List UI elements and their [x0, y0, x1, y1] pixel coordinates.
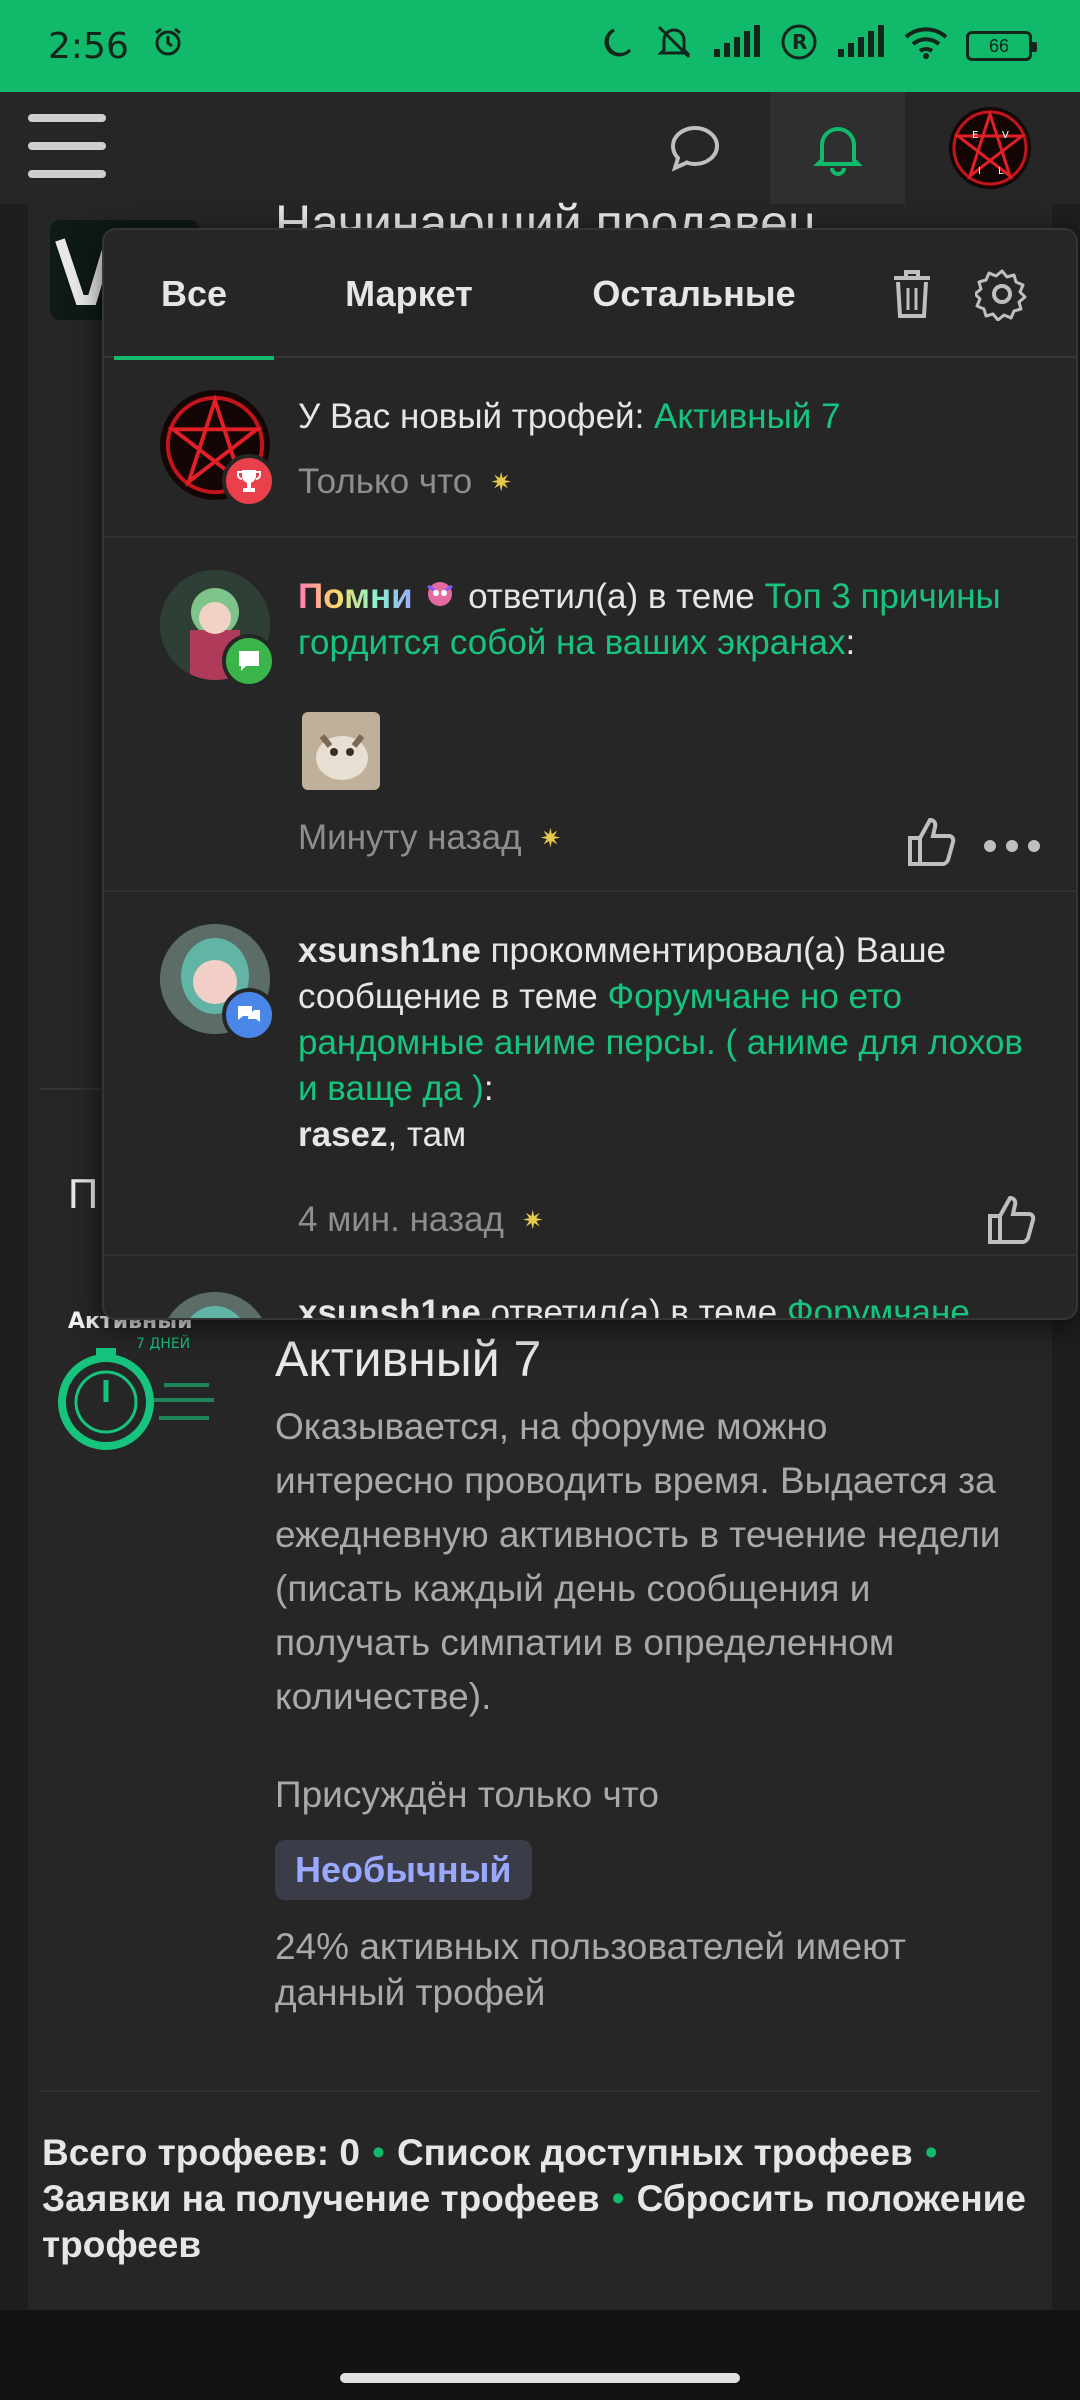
more-options-icon[interactable] — [984, 836, 1044, 856]
nav-bar — [0, 2310, 1080, 2400]
attachment-thumbnail[interactable] — [302, 712, 380, 790]
footer-divider — [40, 2090, 1040, 2092]
tab-other[interactable]: Остальные — [554, 230, 834, 358]
signal-icon — [712, 24, 762, 68]
available-trophies-link[interactable]: Список доступных трофеев — [397, 2132, 913, 2173]
user-badge-icon — [422, 577, 468, 616]
svg-text:I: I — [978, 166, 981, 177]
trash-icon[interactable] — [884, 266, 940, 322]
trophy-link[interactable]: Активный 7 — [654, 397, 840, 436]
menu-icon[interactable] — [28, 114, 106, 180]
home-indicator[interactable] — [340, 2373, 740, 2383]
signal-icon-2 — [836, 24, 886, 68]
like-icon[interactable] — [984, 1190, 1042, 1248]
conversations-icon[interactable] — [640, 92, 750, 204]
notification-time: Минуту назад ✷ — [298, 818, 562, 857]
active7-badge: Активный 7 ДНЕЙ — [44, 1290, 244, 1490]
svg-text:R: R — [792, 30, 807, 54]
notification-tabs: Все Маркет Остальные — [104, 230, 1076, 360]
notification-time: 4 мин. назад ✷ — [298, 1200, 544, 1239]
notification-item[interactable]: У Вас новый трофей: Активный 7 Только чт… — [104, 360, 1076, 538]
total-trophies: Всего трофеев: 0 — [42, 2132, 360, 2173]
battery-icon: 66 — [966, 31, 1037, 61]
status-bar: 2:56 R 66 — [0, 0, 1080, 92]
roaming-icon: R — [780, 23, 818, 70]
mute-icon — [654, 22, 694, 71]
svg-text:V: V — [1002, 130, 1009, 141]
quote-text: , там — [387, 1115, 467, 1154]
svg-text:L: L — [998, 166, 1004, 177]
status-time: 2:56 — [48, 25, 129, 67]
awarded-text: Присуждён только что — [275, 1774, 659, 1815]
app-header: E V I L — [0, 92, 1080, 204]
alarm-icon — [151, 25, 185, 68]
notification-item[interactable]: Помни ответил(а) в теме Топ 3 причины го… — [104, 540, 1076, 892]
percent-owners: 24% активных пользователей имеют данный … — [275, 1926, 906, 2013]
tab-market[interactable]: Маркет — [319, 230, 499, 358]
svg-text:E: E — [972, 130, 978, 141]
notifications-bell-icon[interactable] — [770, 92, 905, 204]
reply-icon — [222, 634, 276, 688]
username[interactable]: xsunsh1ne — [298, 1293, 481, 1318]
new-sparkle-icon: ✷ — [521, 1204, 544, 1235]
trophy-requests-link[interactable]: Заявки на получение трофеев — [42, 2178, 600, 2219]
notification-item[interactable]: xsunsh1ne прокомментировал(а) Ваше сообщ… — [104, 894, 1076, 1256]
comment-icon — [222, 988, 276, 1042]
footer-links: Всего трофеев: 0 • Список доступных трофее… — [42, 2132, 1026, 2265]
new-sparkle-icon: ✷ — [490, 466, 513, 497]
wifi-icon — [904, 25, 948, 68]
trophy-icon — [222, 454, 276, 508]
moon-icon — [600, 24, 636, 69]
user-avatar[interactable]: E V I L — [930, 92, 1050, 204]
svg-text:7 ДНЕЙ: 7 ДНЕЙ — [136, 1334, 190, 1352]
new-sparkle-icon: ✷ — [539, 822, 562, 853]
tab-all[interactable]: Все — [114, 230, 274, 360]
gear-icon[interactable] — [974, 266, 1030, 322]
avatar[interactable] — [160, 1292, 270, 1318]
username[interactable]: Помни — [298, 577, 413, 616]
notifications-popup: Все Маркет Остальные У Вас новый трофей:… — [102, 228, 1078, 1320]
username[interactable]: xsunsh1ne — [298, 931, 481, 970]
rarity-badge: Необычный — [275, 1840, 532, 1900]
trophy-description: Оказывается, на форуме можно интересно п… — [275, 1406, 1001, 1717]
divider — [40, 1088, 106, 1090]
trophy-name: Активный 7 — [275, 1331, 542, 1387]
partial-letter: П — [68, 1170, 99, 1217]
notification-item[interactable]: xsunsh1ne ответил(а) в теме Форумчане — [104, 1258, 1076, 1318]
thread-link[interactable]: Форумчане — [787, 1293, 970, 1318]
notification-text: У Вас новый трофей: — [298, 397, 655, 436]
like-icon[interactable] — [904, 812, 962, 870]
quoted-username[interactable]: rasez — [298, 1115, 388, 1154]
notification-time: Только что ✷ — [298, 462, 513, 501]
